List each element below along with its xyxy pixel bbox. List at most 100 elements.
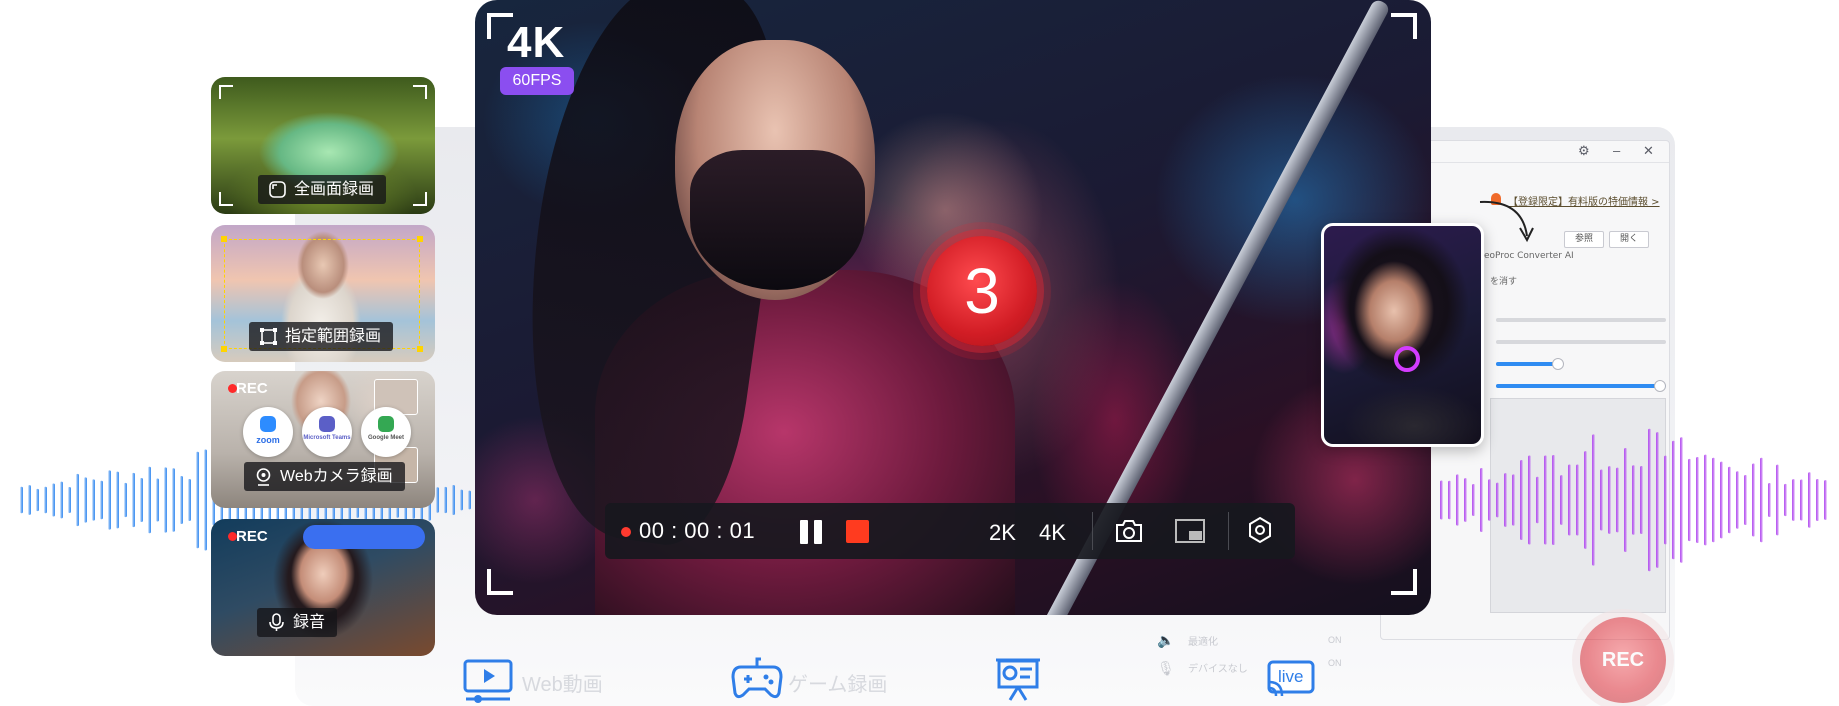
waveform-bar — [108, 470, 111, 530]
stop-icon[interactable] — [846, 520, 869, 543]
waveform-bar — [132, 472, 135, 528]
camera-icon[interactable] — [1114, 518, 1144, 544]
waveform-bar — [1520, 459, 1523, 541]
waveform-bar — [124, 482, 127, 518]
waveform-bar — [1488, 479, 1491, 521]
waveform-bar — [1536, 476, 1539, 524]
toolbar-divider-2 — [1228, 512, 1229, 550]
minimize-icon[interactable]: – — [1613, 144, 1620, 158]
mode-card-fullscreen[interactable]: 全画面録画 — [211, 77, 435, 214]
waveform-bar — [1512, 474, 1515, 526]
waveform-bar — [76, 473, 79, 527]
waveform-bar — [156, 478, 159, 522]
waveform-bar — [1784, 483, 1787, 517]
waveform-bar — [1672, 440, 1675, 560]
zoom-app-icon: zoom — [243, 407, 293, 457]
promo-stage: ⚙ – ✕ 【登録限定】有料版の特価情報 > 参照 開く eoProc Conv… — [0, 0, 1839, 706]
region-select-icon — [260, 328, 277, 345]
option-optimize[interactable]: 最適化 — [1188, 633, 1218, 648]
arrow-icon — [1479, 200, 1534, 243]
open-button[interactable]: 開く — [1609, 231, 1649, 248]
waveform-bar — [1776, 464, 1779, 536]
waveform-bar — [1808, 472, 1811, 528]
fps-badge: 60FPS — [500, 67, 574, 95]
waveform-bar — [1576, 464, 1579, 536]
waveform-bar — [172, 468, 175, 532]
feature-web-video: Web動画 — [522, 674, 603, 696]
waveform-bar — [444, 486, 447, 514]
conf-name: zoom — [256, 435, 280, 445]
track-1 — [1496, 318, 1666, 322]
waveform-bar — [1688, 458, 1691, 542]
waveform-bar — [1696, 456, 1699, 544]
waveform-bar — [36, 488, 39, 512]
settings-icon[interactable] — [1247, 516, 1273, 544]
countdown-indicator: 3 — [927, 236, 1037, 346]
waveform-bar — [52, 483, 55, 517]
conf-name: Microsoft Teams — [303, 435, 351, 441]
waveform-bar — [460, 489, 463, 511]
mic-icon: 🎙 — [1157, 660, 1175, 676]
presentation-icon[interactable] — [992, 656, 1044, 702]
waveform-bar — [1584, 451, 1587, 549]
mode-card-audio[interactable]: REC 録音 — [211, 519, 435, 656]
waveform-bar — [1752, 463, 1755, 537]
rec-badge: REC — [228, 528, 268, 545]
selection-handle[interactable] — [417, 236, 423, 242]
mode-label-audio: 録音 — [257, 608, 338, 637]
selection-handle[interactable] — [221, 236, 227, 242]
settings-gear-icon[interactable]: ⚙ — [1578, 144, 1590, 158]
pause-icon[interactable] — [800, 520, 824, 544]
meet-app-icon: Google Meet — [361, 407, 411, 457]
waveform-bar — [1744, 474, 1747, 526]
mode-text: 指定範囲録画 — [285, 328, 382, 345]
product-name: eoProc Converter AI — [1484, 251, 1574, 261]
track-2 — [1496, 340, 1666, 344]
waveform-bar — [1440, 480, 1443, 520]
webcam-icon — [256, 468, 271, 486]
waveform-bar — [436, 487, 439, 513]
waveform-bar — [1448, 480, 1451, 520]
audio-level-bar — [303, 525, 425, 549]
feature-game-recording: ゲーム録画 — [788, 674, 888, 696]
card-corner — [413, 85, 427, 99]
waveform-bar — [1760, 457, 1763, 543]
resolution-2k-button[interactable]: 2K — [989, 520, 1016, 546]
resolution-badge: 4K — [507, 18, 566, 67]
waveform-bar — [44, 486, 47, 514]
waveform-bar — [1608, 466, 1611, 534]
conf-name: Google Meet — [367, 435, 404, 441]
waveform-bar — [1624, 448, 1627, 552]
record-dot-icon — [621, 527, 631, 537]
mode-text: 全画面録画 — [294, 181, 375, 198]
monitor-play-icon[interactable] — [462, 659, 514, 705]
browse-button[interactable]: 参照 — [1564, 231, 1604, 248]
pip-icon[interactable] — [1174, 517, 1206, 545]
selection-handle[interactable] — [221, 346, 227, 352]
waveform-bar — [1704, 454, 1707, 546]
teams-app-icon: Microsoft Teams — [302, 407, 352, 457]
waveform-bar — [1712, 457, 1715, 543]
mode-card-region[interactable]: 指定範囲録画 — [211, 225, 435, 362]
mode-label-webcam: Webカメラ録画 — [244, 462, 405, 491]
waveform-bar — [148, 466, 151, 534]
waveform-bar — [1560, 475, 1563, 525]
resolution-4k-button[interactable]: 4K — [1039, 520, 1066, 546]
card-corner — [219, 85, 233, 99]
waveform-bar — [196, 451, 199, 549]
waveform-bar — [20, 486, 23, 514]
waveform-bar — [1768, 482, 1771, 518]
gamepad-icon[interactable] — [731, 655, 783, 701]
waveform-bar — [1728, 466, 1731, 534]
mode-label-region: 指定範囲録画 — [249, 322, 394, 351]
rec-round-button[interactable]: REC — [1580, 617, 1666, 703]
mode-card-webcam[interactable]: REC zoom Microsoft Teams Google Meet Web… — [211, 371, 435, 508]
close-icon[interactable]: ✕ — [1643, 144, 1654, 158]
waveform-bar — [1552, 454, 1555, 546]
waveform-bar — [468, 490, 471, 510]
speaker-icon: 🔈 — [1157, 632, 1175, 648]
waveform-bar — [180, 475, 183, 525]
option-device[interactable]: デバイスなし — [1188, 660, 1248, 675]
selection-handle[interactable] — [417, 346, 423, 352]
fullscreen-icon — [269, 181, 286, 198]
